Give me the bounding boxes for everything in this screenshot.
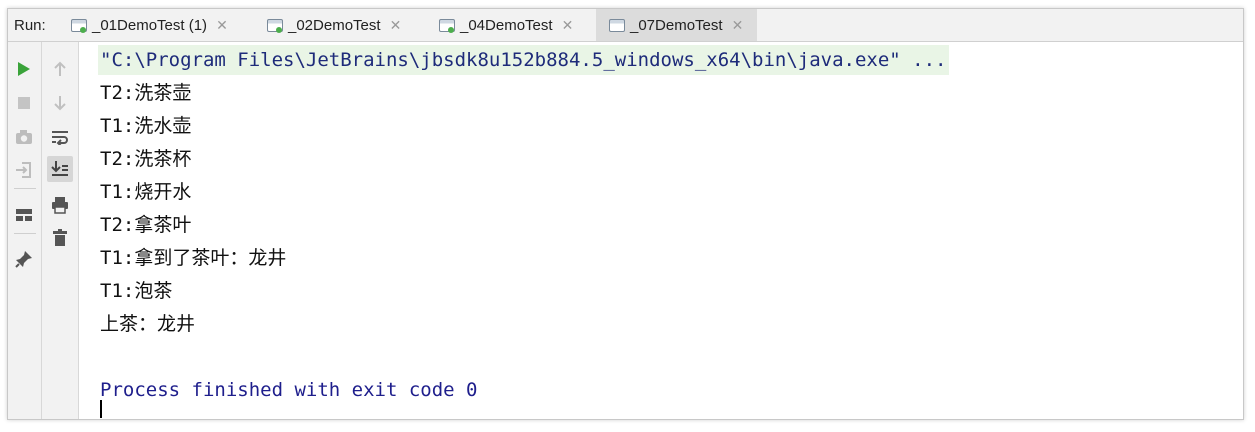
stop-icon[interactable] [11, 90, 37, 116]
down-arrow-icon[interactable] [47, 90, 73, 116]
soft-wrap-icon[interactable] [47, 124, 73, 150]
process-finished-line: Process finished with exit code 0 [100, 379, 478, 401]
tab-label: _04DemoTest [460, 16, 553, 34]
run-toolbar-left [8, 42, 42, 419]
close-icon[interactable]: ✕ [562, 17, 574, 34]
run-label: Run: [14, 17, 46, 34]
up-arrow-icon[interactable] [47, 56, 73, 82]
console-line: T2:拿茶叶 [100, 214, 192, 236]
tab-04demotest[interactable]: _04DemoTest ✕ [438, 9, 573, 41]
run-toolbar-right [42, 42, 79, 419]
run-tool-window: Run: _01DemoTest (1) ✕ _02DemoTest ✕ _04… [7, 8, 1244, 420]
java-command-line: "C:\Program Files\JetBrains\jbsdk8u152b8… [98, 45, 950, 75]
run-tab-bar: Run: _01DemoTest (1) ✕ _02DemoTest ✕ _04… [8, 9, 1243, 42]
text-caret [100, 400, 102, 418]
tab-label: _02DemoTest [288, 16, 381, 34]
close-icon[interactable]: ✕ [390, 17, 402, 34]
run-config-icon [438, 17, 456, 33]
console-line: T1:烧开水 [100, 181, 192, 203]
console-line: T1:泡茶 [100, 280, 173, 302]
close-icon[interactable]: ✕ [216, 17, 228, 34]
camera-icon[interactable] [11, 124, 37, 150]
tab-01demotest[interactable]: _01DemoTest (1) ✕ [70, 9, 228, 41]
rerun-icon[interactable] [11, 56, 37, 82]
console-line: T1:拿到了茶叶：龙井 [100, 247, 287, 269]
tab-07demotest[interactable]: _07DemoTest ✕ [596, 9, 758, 41]
pin-icon[interactable] [11, 246, 37, 272]
run-config-icon [70, 17, 88, 33]
console-line: T1:洗水壶 [100, 115, 192, 137]
run-config-icon [266, 17, 284, 33]
close-icon[interactable]: ✕ [732, 17, 744, 34]
console-line: T2:洗茶壶 [100, 82, 192, 104]
console-output[interactable]: "C:\Program Files\JetBrains\jbsdk8u152b8… [98, 42, 1243, 419]
layout-icon[interactable] [11, 202, 37, 228]
trash-icon[interactable] [47, 225, 73, 251]
print-icon[interactable] [47, 192, 73, 218]
tab-02demotest[interactable]: _02DemoTest ✕ [266, 9, 401, 41]
tab-label: _01DemoTest (1) [92, 16, 208, 34]
run-config-icon [608, 17, 626, 33]
console-line: 上茶：龙井 [100, 313, 196, 335]
exit-icon[interactable] [11, 157, 37, 183]
tab-label: _07DemoTest [630, 16, 723, 34]
scroll-to-end-icon[interactable] [47, 156, 73, 182]
console-line: T2:洗茶杯 [100, 148, 192, 170]
